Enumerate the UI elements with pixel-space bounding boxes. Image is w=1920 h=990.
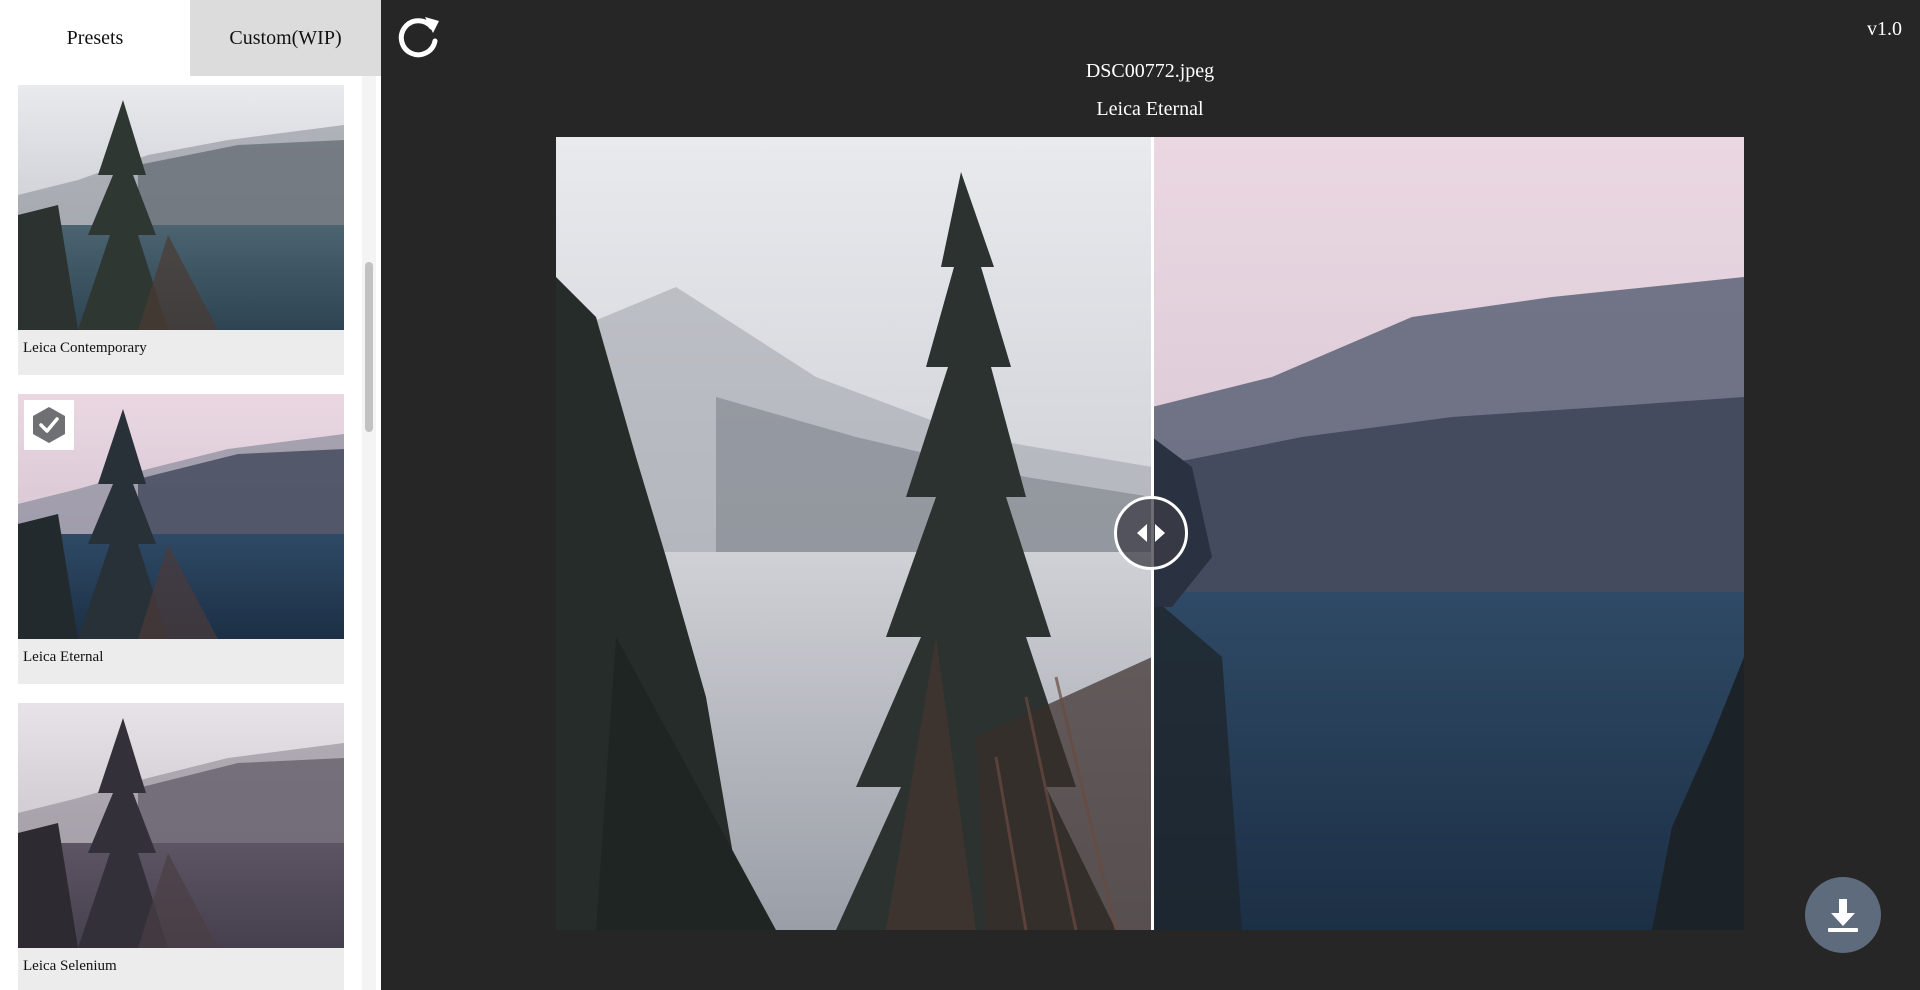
tab-bar: Presets Custom(WIP) bbox=[0, 0, 381, 76]
preset-label: Leica Eternal bbox=[23, 649, 104, 665]
preset-label: Leica Selenium bbox=[23, 958, 117, 974]
preset-card-leica-selenium[interactable]: Leica Selenium bbox=[18, 703, 344, 990]
file-name: DSC00772.jpeg bbox=[1085, 60, 1215, 82]
version-label: v1.0 bbox=[1867, 18, 1902, 40]
refresh-icon bbox=[398, 17, 439, 58]
tab-presets[interactable]: Presets bbox=[0, 0, 190, 76]
tab-custom-label: Custom(WIP) bbox=[229, 26, 342, 49]
selected-badge bbox=[24, 400, 74, 450]
tab-custom[interactable]: Custom(WIP) bbox=[190, 0, 381, 76]
preset-card-leica-eternal[interactable]: Leica Eternal bbox=[18, 394, 344, 684]
compare-slider-handle[interactable] bbox=[1114, 496, 1188, 570]
compare-arrows-icon bbox=[1137, 524, 1165, 542]
preset-label: Leica Contemporary bbox=[23, 340, 147, 356]
preset-thumbnail bbox=[18, 85, 344, 330]
original-image bbox=[556, 137, 1152, 930]
preset-list: Leica Contemporary Leica Eternal Leica S… bbox=[18, 85, 344, 990]
sidebar: Presets Custom(WIP) Leica Contemporary L… bbox=[0, 0, 381, 990]
processed-image bbox=[1152, 137, 1744, 930]
refresh-button[interactable] bbox=[395, 13, 443, 61]
download-icon bbox=[1828, 899, 1858, 932]
tab-presets-label: Presets bbox=[66, 26, 124, 49]
check-icon bbox=[33, 407, 65, 443]
preset-thumbnail bbox=[18, 703, 344, 948]
download-button[interactable] bbox=[1805, 877, 1881, 953]
compare-viewer[interactable] bbox=[556, 137, 1744, 930]
current-preset-name: Leica Eternal bbox=[1096, 98, 1204, 120]
preset-thumbnail bbox=[18, 394, 344, 639]
preset-card-leica-contemporary[interactable]: Leica Contemporary bbox=[18, 85, 344, 375]
sidebar-scrollbar[interactable] bbox=[362, 76, 376, 990]
scrollbar-thumb[interactable] bbox=[365, 262, 373, 432]
